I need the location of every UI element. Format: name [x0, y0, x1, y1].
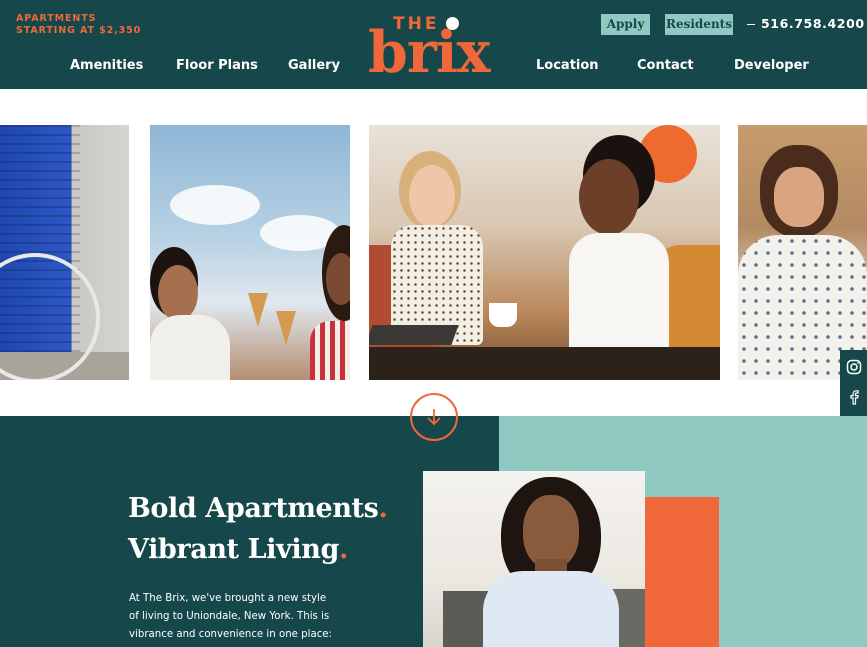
orange-accent-block — [645, 497, 719, 647]
headline-text-2: Vibrant Living — [128, 534, 339, 565]
ice-cream-cone — [276, 311, 296, 345]
person-shirt — [150, 315, 230, 380]
promo-line-2: STARTING AT $2,350 — [16, 25, 142, 36]
intro-line-3: vibrance and convenience in one place: — [129, 629, 332, 640]
scroll-down-button[interactable] — [410, 393, 458, 441]
headline-dot-2: . — [338, 534, 348, 565]
intro-paragraph: At The Brix, we've brought a new style o… — [129, 590, 344, 644]
phone-number[interactable]: 516.758.4200 — [747, 15, 865, 33]
laptop — [369, 325, 459, 345]
cloud-shape — [170, 185, 260, 225]
social-bar — [840, 350, 867, 416]
laughing-man-photo[interactable] — [738, 125, 867, 380]
residents-button[interactable]: Residents — [665, 14, 733, 35]
striped-shirt — [310, 321, 350, 380]
instagram-icon[interactable] — [846, 359, 862, 375]
nav-contact[interactable]: Contact — [637, 58, 694, 73]
nav-amenities[interactable]: Amenities — [70, 58, 143, 73]
price-promo: APARTMENTS STARTING AT $2,350 — [16, 13, 141, 37]
facebook-icon[interactable] — [846, 389, 862, 405]
phone-text: 516.758.4200 — [761, 16, 865, 31]
cafe-table — [369, 347, 720, 380]
headline-line-1: Bold Apartments. — [128, 492, 388, 526]
brix-logo[interactable]: THE brix — [366, 12, 502, 84]
intro-line-2: of living to Uniondale, New York. This i… — [129, 611, 330, 622]
ice-cream-friends-photo[interactable] — [150, 125, 350, 380]
man-face — [774, 167, 824, 227]
nav-location[interactable]: Location — [536, 58, 599, 73]
headline-dot-1: . — [378, 493, 388, 524]
coffee-cup — [489, 303, 517, 327]
cafe-friends-photo[interactable] — [369, 125, 720, 380]
headline-line-2: Vibrant Living. — [128, 533, 348, 567]
ice-cream-cone — [248, 293, 268, 327]
headline-text-1: Bold Apartments — [128, 493, 379, 524]
arrow-down-icon — [427, 409, 441, 426]
promo-line-1: APARTMENTS — [16, 13, 97, 24]
logo-wordmark: brix — [368, 19, 491, 86]
dash-icon — [747, 23, 755, 26]
intro-line-1: At The Brix, we've brought a new style — [129, 593, 327, 604]
resident-portrait-photo — [423, 471, 645, 647]
street-bike-photo[interactable] — [0, 125, 129, 380]
woman-face — [409, 165, 455, 227]
woman-face — [523, 495, 579, 569]
nav-floor-plans[interactable]: Floor Plans — [176, 58, 258, 73]
woman-face — [579, 159, 639, 235]
light-blue-tee — [483, 571, 619, 647]
person-face — [158, 265, 198, 321]
site-header: APARTMENTS STARTING AT $2,350 THE brix A… — [0, 0, 867, 89]
apply-button[interactable]: Apply — [601, 14, 650, 35]
nav-developer[interactable]: Developer — [734, 58, 809, 73]
person-face — [326, 253, 350, 305]
nav-gallery[interactable]: Gallery — [288, 58, 340, 73]
